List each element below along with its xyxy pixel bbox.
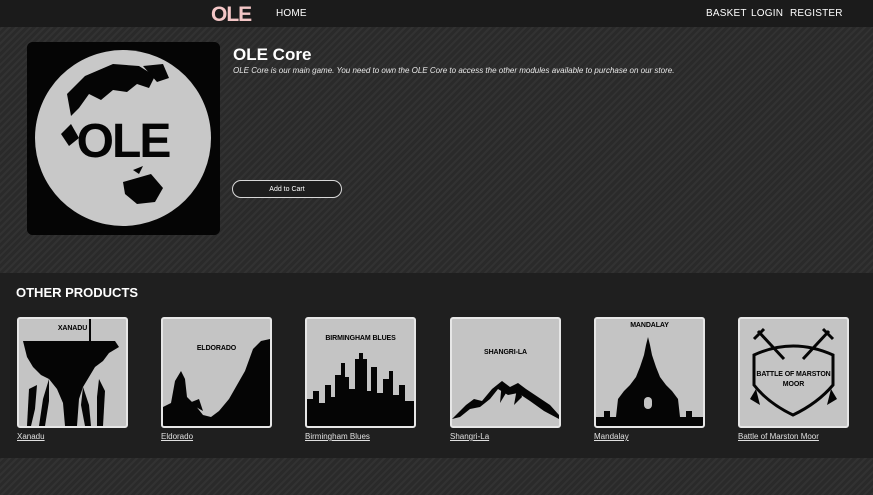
product-link-birmingham-blues[interactable]: Birmingham Blues — [305, 432, 416, 441]
top-nav-bar: OLE HOME BASKET LOGIN REGISTER — [0, 0, 873, 27]
product-card-birmingham-blues: BIRMINGHAM BLUES Birmingham Blues — [305, 317, 416, 441]
product-thumb-birmingham-blues[interactable]: BIRMINGHAM BLUES — [305, 317, 416, 428]
svg-text:OLE: OLE — [211, 3, 252, 24]
nav-register-link[interactable]: REGISTER — [790, 8, 843, 19]
product-thumb-eldorado[interactable]: ELDORADO — [161, 317, 272, 428]
product-thumb-shangri-la[interactable]: SHANGRI-LA — [450, 317, 561, 428]
nav-login-link[interactable]: LOGIN — [751, 8, 783, 19]
product-title: OLE Core — [233, 45, 312, 64]
product-card-battle-of-marston-moor: BATTLE OF MARSTON MOOR Battle of Marston… — [738, 317, 849, 441]
product-image: OLE — [27, 42, 220, 235]
thumb-title: ELDORADO — [196, 345, 237, 352]
thumb-title-line2: MOOR — [782, 381, 805, 388]
thumb-title: SHANGRI-LA — [484, 349, 527, 356]
product-card-eldorado: ELDORADO Eldorado — [161, 317, 272, 441]
thumb-title: BIRMINGHAM BLUES — [325, 335, 396, 342]
product-thumb-battle-of-marston-moor[interactable]: BATTLE OF MARSTON MOOR — [738, 317, 849, 428]
product-thumb-xanadu[interactable]: XANADU — [17, 317, 128, 428]
product-link-mandalay[interactable]: Mandalay — [594, 432, 705, 441]
site-logo[interactable]: OLE — [211, 2, 253, 26]
product-card-shangri-la: SHANGRI-LA Shangri-La — [450, 317, 561, 441]
nav-basket-link[interactable]: BASKET — [706, 8, 747, 19]
other-products-heading: OTHER PRODUCTS — [16, 285, 139, 300]
product-link-eldorado[interactable]: Eldorado — [161, 432, 272, 441]
thumb-title: MANDALAY — [630, 322, 669, 329]
product-link-shangri-la[interactable]: Shangri-La — [450, 432, 561, 441]
add-to-cart-button[interactable]: Add to Cart — [232, 180, 342, 198]
thumb-title-line1: BATTLE OF MARSTON — [756, 371, 831, 378]
product-card-mandalay: MANDALAY Mandalay — [594, 317, 705, 441]
product-thumb-mandalay[interactable]: MANDALAY — [594, 317, 705, 428]
svg-text:OLE: OLE — [77, 115, 171, 168]
other-products-section: OTHER PRODUCTS XANADU Xanadu ELDORADO El… — [0, 273, 873, 458]
product-link-xanadu[interactable]: Xanadu — [17, 432, 128, 441]
product-card-xanadu: XANADU Xanadu — [17, 317, 128, 441]
thumb-title: XANADU — [57, 325, 88, 332]
product-link-battle-of-marston-moor[interactable]: Battle of Marston Moor — [738, 432, 849, 441]
product-description: OLE Core is our main game. You need to o… — [233, 66, 675, 75]
nav-home-link[interactable]: HOME — [276, 8, 307, 19]
